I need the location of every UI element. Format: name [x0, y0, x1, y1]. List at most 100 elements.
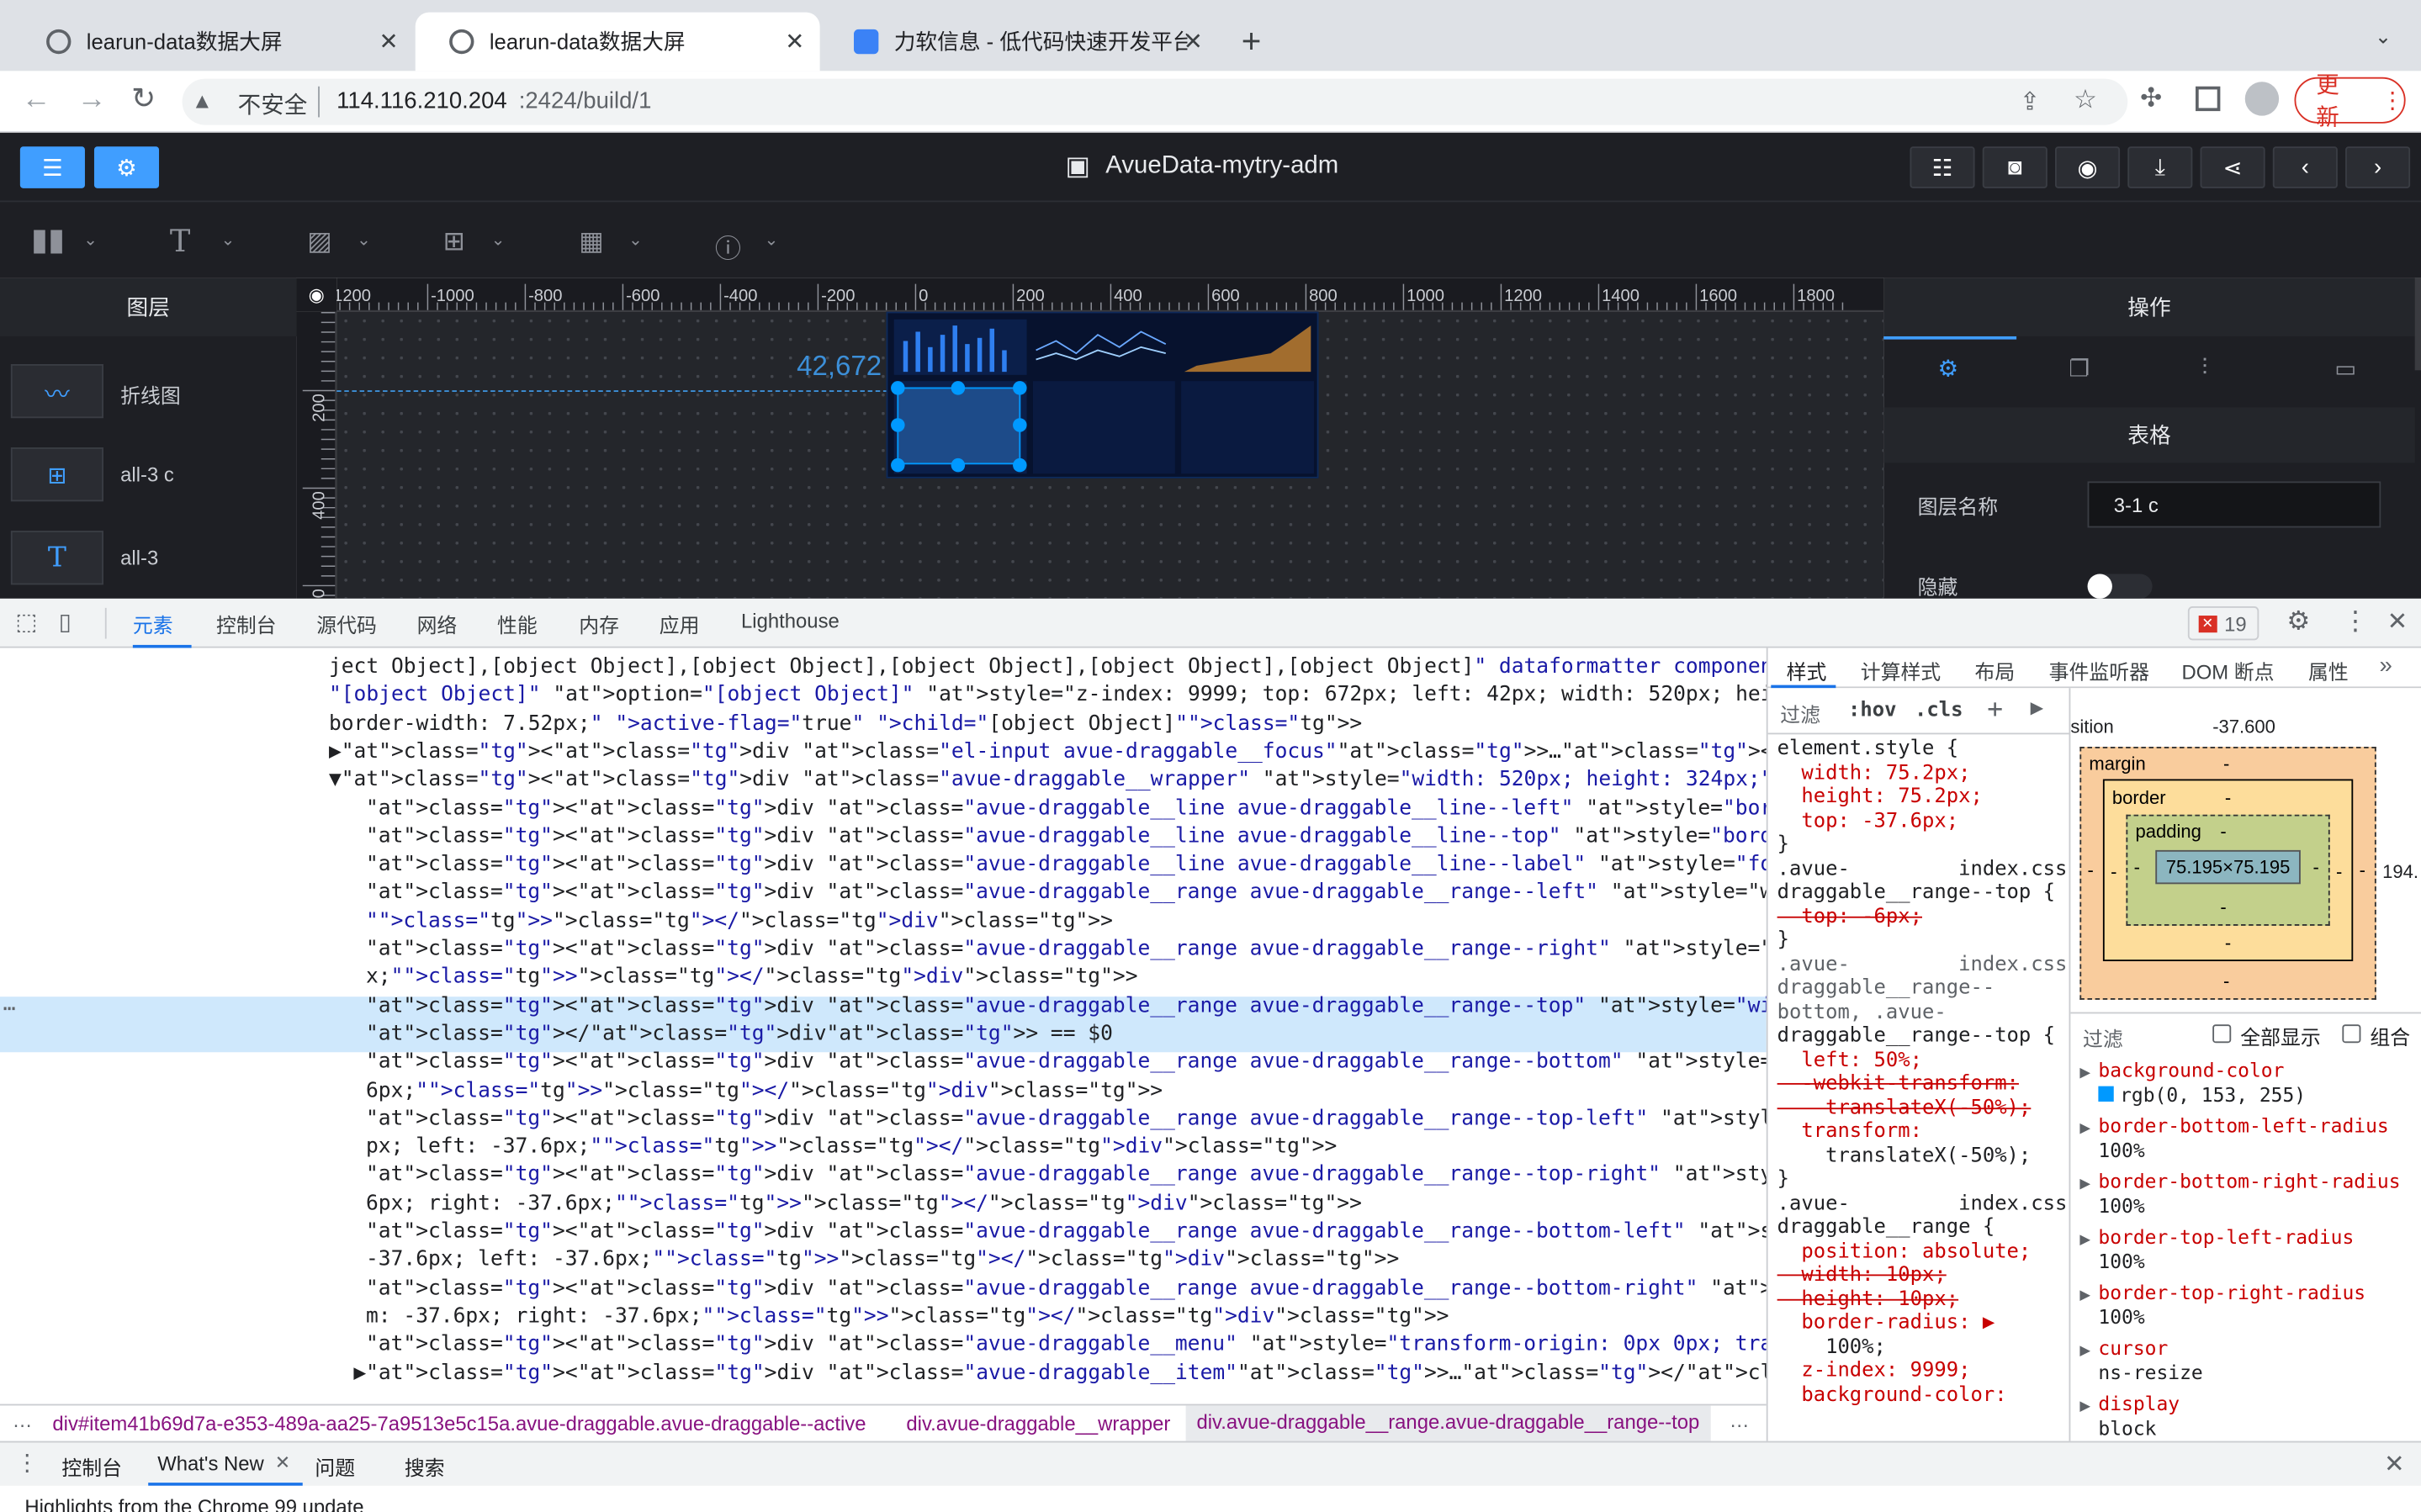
- browser-tab-active[interactable]: learun-data数据大屏 ✕: [415, 12, 820, 71]
- computed-filter-input[interactable]: 过滤: [2083, 1023, 2123, 1052]
- box-border[interactable]: border - - - - padding - - - - 75.195×75…: [2102, 779, 2354, 962]
- code-line[interactable]: "">class="tg">>">class="tg"></">class="t…: [366, 908, 1113, 937]
- box-content[interactable]: 75.195×75.195: [2155, 849, 2301, 885]
- code-line[interactable]: 6px; right: -37.6px;"">class="tg">>">cla…: [366, 1191, 1362, 1219]
- update-button[interactable]: 更新 ⋮: [2294, 72, 2406, 131]
- styles-tab[interactable]: 事件监听器: [2049, 656, 2149, 685]
- settings-gear-icon[interactable]: ⚙: [2286, 606, 2310, 637]
- error-badge[interactable]: ✕ 19: [2187, 606, 2259, 641]
- more-vert-icon[interactable]: ⋮: [2342, 606, 2368, 637]
- design-canvas[interactable]: 42,672: [336, 311, 1884, 599]
- close-tab-icon[interactable]: ✕: [785, 28, 804, 56]
- breadcrumb-item[interactable]: div#item41b69d7a-e353-489a-aa25-7a9513e5…: [52, 1412, 866, 1435]
- code-line[interactable]: border-width: 7.52px;" ">active-flag="tr…: [329, 711, 1362, 739]
- style-line[interactable]: 100%;: [1777, 1335, 1886, 1359]
- close-tab-icon[interactable]: ✕: [1184, 28, 1203, 56]
- table-icon[interactable]: ▦: [579, 227, 603, 258]
- code-line[interactable]: "at">class="tg"><"at">class="tg">div "at…: [366, 1106, 1767, 1134]
- resize-handle-top-right[interactable]: [1013, 381, 1027, 395]
- add-rule-icon[interactable]: +: [1987, 695, 2003, 726]
- show-all-checkbox[interactable]: [2212, 1024, 2232, 1044]
- chevron-down-icon[interactable]: ⌄: [628, 230, 643, 250]
- drawer-tab[interactable]: What's New: [157, 1451, 264, 1475]
- dashboard-preview[interactable]: [886, 311, 1319, 478]
- toggle-sidebar-icon[interactable]: ▶: [2031, 695, 2043, 720]
- grid-icon[interactable]: ⊞: [443, 227, 465, 258]
- browser-tab[interactable]: learun-data数据大屏 ✕: [13, 13, 414, 71]
- ellipsis-icon[interactable]: …: [1730, 1409, 1750, 1432]
- extensions-icon[interactable]: ✣: [2140, 83, 2162, 114]
- gear-icon[interactable]: ⚙: [1938, 355, 1959, 383]
- close-tab-icon[interactable]: ✕: [379, 28, 398, 56]
- expand-arrow-icon[interactable]: ▶: [2079, 1342, 2090, 1359]
- browser-tab[interactable]: 力软信息 - 低代码快速开发平台, ✕: [820, 13, 1219, 71]
- code-line[interactable]: m: -37.6px; right: -37.6px;"">class="tg"…: [366, 1303, 1449, 1332]
- style-line[interactable]: height: 10px;: [1777, 1287, 1958, 1311]
- more-tabs-icon[interactable]: »: [2379, 653, 2392, 679]
- drawer-menu-icon[interactable]: ⋮: [15, 1449, 39, 1477]
- ruler-visibility-icon[interactable]: ◉: [296, 278, 337, 312]
- expand-arrow-icon[interactable]: ▶: [2079, 1287, 2090, 1303]
- scrollbar[interactable]: [2414, 278, 2421, 371]
- breadcrumb-item[interactable]: div.avue-draggable__wrapper: [906, 1412, 1170, 1435]
- computed-property-name[interactable]: border-bottom-left-radius: [2098, 1114, 2388, 1138]
- computed-property-name[interactable]: border-top-right-radius: [2098, 1281, 2365, 1304]
- devtools-tab[interactable]: 应用: [660, 610, 700, 639]
- style-line[interactable]: z-index: 9999;: [1777, 1359, 1970, 1382]
- devtools-tab[interactable]: 元素: [133, 610, 173, 639]
- styles-tab[interactable]: 属性: [2308, 656, 2349, 685]
- chevron-down-icon[interactable]: ⌄: [491, 230, 506, 250]
- code-line[interactable]: "at">class="tg"><"at">class="tg">div "at…: [366, 1332, 1767, 1361]
- style-line[interactable]: }: [1777, 928, 1789, 952]
- style-line[interactable]: height: 75.2px;: [1777, 785, 1983, 809]
- layer-item[interactable]: T all-3: [0, 531, 296, 589]
- share-button[interactable]: ⋖: [2200, 146, 2265, 188]
- hov-button[interactable]: :hov: [1848, 699, 1896, 722]
- folder-icon[interactable]: ▭: [2334, 355, 2356, 383]
- code-line[interactable]: "at">class="tg"><"at">class="tg">div "at…: [366, 823, 1767, 852]
- device-toolbar-icon[interactable]: ▯: [59, 608, 72, 636]
- devtools-tab[interactable]: 内存: [579, 610, 619, 639]
- style-line[interactable]: }: [1777, 833, 1789, 857]
- resize-handle-bottom-right[interactable]: [1013, 457, 1027, 473]
- code-line[interactable]: "at">class="tg"><"at">class="tg">div "at…: [366, 852, 1767, 880]
- close-tab-icon[interactable]: ✕: [275, 1451, 290, 1473]
- style-line[interactable]: width: 10px;: [1777, 1264, 1946, 1287]
- box-padding[interactable]: padding - - - - 75.195×75.195: [2126, 814, 2330, 926]
- sidepanel-icon[interactable]: [2196, 86, 2221, 112]
- profile-avatar[interactable]: [2244, 82, 2280, 116]
- computed-property-name[interactable]: display: [2098, 1392, 2180, 1415]
- chevron-down-icon[interactable]: ⌄: [83, 230, 98, 250]
- bookmark-star-icon[interactable]: ☆: [2074, 85, 2097, 116]
- redo-button[interactable]: ›: [2345, 146, 2411, 188]
- resize-handle-right[interactable]: [1013, 418, 1027, 432]
- style-line[interactable]: .avue- index.css:1: [1777, 857, 2069, 880]
- style-line[interactable]: translateX(-50%);: [1777, 1144, 2031, 1167]
- styles-tab[interactable]: 样式: [1787, 656, 1827, 685]
- computed-property-name[interactable]: border-top-left-radius: [2098, 1225, 2354, 1249]
- layer-name-input[interactable]: 3-1 c: [2087, 481, 2381, 528]
- url-field[interactable]: ▲ 不安全 114.116.210.204 :2424/build/1 ⇪ ☆: [182, 78, 2128, 125]
- code-line[interactable]: ▶"at">class="tg"><"at">class="tg">div "a…: [329, 739, 1767, 768]
- devtools-tab[interactable]: 网络: [417, 610, 458, 639]
- style-line[interactable]: .avue- index.css:1: [1777, 1192, 2069, 1215]
- layer-item[interactable]: 〰 折线图: [0, 363, 296, 423]
- computed-property-name[interactable]: background-color: [2098, 1059, 2284, 1082]
- preview-button[interactable]: ◉: [2054, 146, 2121, 188]
- share-icon[interactable]: ⇪: [2020, 87, 2041, 118]
- code-line[interactable]: "[object Object]" "at">option="[object O…: [329, 682, 1767, 711]
- sliders-icon[interactable]: ⫶: [2201, 355, 2207, 381]
- chevron-down-icon[interactable]: ⌄: [220, 230, 235, 250]
- styles-tab[interactable]: DOM 断点: [2182, 656, 2275, 685]
- style-line[interactable]: transform:: [1777, 1120, 1922, 1144]
- expand-arrow-icon[interactable]: ▶: [2079, 1120, 2090, 1137]
- config-button[interactable]: ⚙: [93, 146, 160, 188]
- style-line[interactable]: draggable__range--top {: [1777, 881, 2055, 905]
- expand-arrow-icon[interactable]: ▶: [2079, 1398, 2090, 1414]
- code-line[interactable]: ject Object],[object Object],[object Obj…: [329, 654, 1767, 683]
- devtools-tab[interactable]: 控制台: [216, 610, 277, 639]
- bar-chart-icon[interactable]: ▮▮: [31, 220, 65, 259]
- copy-icon[interactable]: ❐: [2069, 355, 2090, 383]
- styles-pane[interactable]: 过滤 :hov .cls + ▶ element.style { width: …: [1766, 688, 2069, 1441]
- group-checkbox[interactable]: [2342, 1024, 2361, 1044]
